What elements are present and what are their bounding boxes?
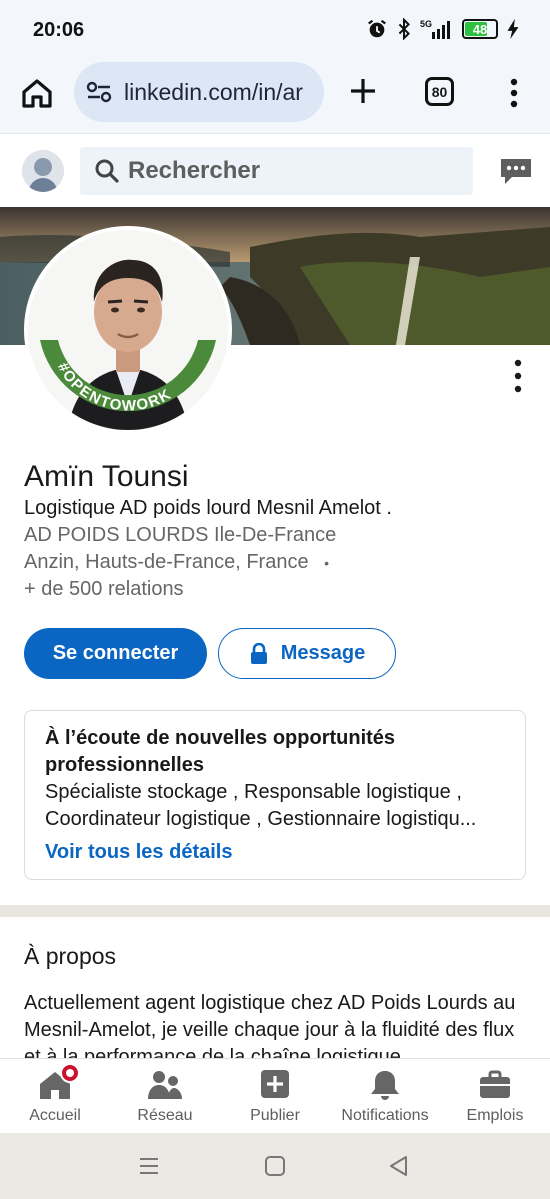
nav-item-jobs[interactable]: Emplois	[440, 1069, 550, 1125]
otw-roles-line2: Coordinateur logistique , Gestionnaire l…	[45, 808, 477, 830]
network-icon	[148, 1069, 182, 1101]
search-input[interactable]: Rechercher	[80, 147, 473, 195]
home-icon[interactable]	[20, 76, 54, 110]
profile-headline: Logistique AD poids lourd Mesnil Amelot …	[24, 497, 392, 519]
about-title: À propos	[24, 943, 117, 969]
bluetooth-icon	[398, 18, 411, 40]
profile-location: Anzin, Hauts-de-France, France •	[24, 551, 329, 574]
nav-label: Accueil	[29, 1107, 81, 1124]
address-bar[interactable]: linkedin.com/in/ar	[74, 62, 324, 122]
nav-item-network[interactable]: Réseau	[110, 1069, 220, 1125]
otw-title: À l’écoute de nouvelles opportunités pro…	[45, 727, 396, 776]
nav-label: Réseau	[137, 1107, 193, 1124]
message-button[interactable]: Message	[218, 628, 396, 679]
profile-photo[interactable]: #OPENTOWORK	[24, 226, 232, 434]
home-button-icon[interactable]	[262, 1153, 288, 1179]
alarm-icon	[368, 19, 386, 38]
search-icon	[95, 159, 119, 183]
bottom-navigation: Accueil Réseau Publier Notifications Emp…	[0, 1058, 550, 1133]
lock-icon	[250, 642, 267, 664]
location-text: Anzin, Hauts-de-France, France	[24, 551, 309, 573]
connect-label: Se connecter	[52, 642, 179, 664]
nav-label: Notifications	[341, 1107, 429, 1124]
section-divider	[0, 905, 550, 917]
svg-text:5G: 5G	[420, 19, 432, 29]
browser-toolbar: linkedin.com/in/ar 80	[0, 62, 550, 134]
system-navigation-bar	[0, 1133, 550, 1199]
recent-apps-icon[interactable]	[136, 1153, 162, 1179]
nav-item-notifications[interactable]: Notifications	[330, 1069, 440, 1125]
new-tab-icon[interactable]	[346, 74, 380, 108]
site-settings-icon[interactable]	[86, 80, 112, 104]
notification-badge	[60, 1063, 80, 1083]
nav-item-home[interactable]: Accueil	[0, 1063, 110, 1125]
status-time: 20:06	[33, 19, 85, 41]
nav-item-post[interactable]: Publier	[220, 1069, 330, 1125]
more-options-icon[interactable]	[508, 358, 528, 394]
profile-name: Amïn Tounsi	[24, 460, 189, 493]
otw-roles-line1: Spécialiste stockage , Responsable logis…	[45, 781, 462, 803]
post-icon	[258, 1069, 292, 1101]
status-icons: 5G 48	[366, 18, 520, 40]
location-separator: •	[324, 554, 330, 571]
home-icon	[38, 1063, 80, 1101]
battery-icon: 48	[462, 19, 498, 39]
profile-company: AD POIDS LOURDS Ile-De-France	[24, 524, 337, 546]
briefcase-icon	[478, 1069, 512, 1101]
signal-icon: 5G	[420, 19, 450, 39]
open-to-work-card[interactable]: À l’écoute de nouvelles opportunités pro…	[24, 710, 526, 880]
messaging-icon[interactable]	[498, 155, 534, 187]
charging-icon	[507, 18, 519, 40]
status-bar: 20:06 5G 48	[0, 0, 550, 62]
connect-button[interactable]: Se connecter	[24, 628, 207, 679]
otw-details-link[interactable]: Voir tous les détails	[45, 839, 505, 866]
bell-icon	[368, 1069, 402, 1101]
url-text[interactable]: linkedin.com/in/ar	[124, 79, 303, 106]
message-label: Message	[280, 642, 366, 664]
nav-label: Publier	[250, 1107, 300, 1124]
nav-label: Emplois	[466, 1107, 524, 1124]
browser-menu-icon[interactable]	[500, 76, 528, 110]
user-avatar[interactable]	[22, 150, 64, 192]
tab-count: 80	[431, 83, 448, 100]
back-icon[interactable]	[386, 1153, 412, 1179]
about-text: Actuellement agent logistique chez AD Po…	[24, 992, 516, 1058]
linkedin-header: Rechercher	[0, 135, 550, 207]
tab-switcher-button[interactable]: 80	[425, 77, 454, 106]
search-placeholder: Rechercher	[128, 157, 261, 184]
relations-count: + de 500 relations	[24, 578, 184, 600]
